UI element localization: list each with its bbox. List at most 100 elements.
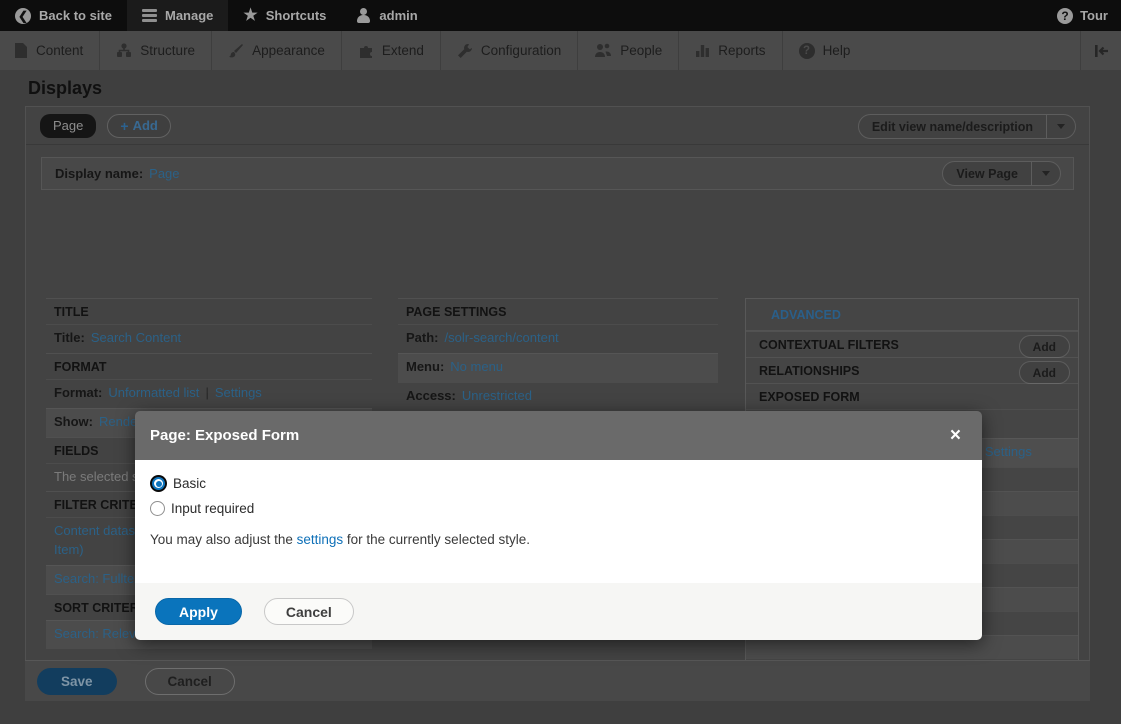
menu-item-label: Extend: [382, 43, 424, 58]
manage-menu-button[interactable]: Manage: [127, 0, 228, 31]
radio-basic[interactable]: [152, 477, 165, 490]
advanced-toggle-row: ADVANCED: [746, 299, 1078, 331]
menu-item-label: Help: [823, 43, 851, 58]
access-label: Access:: [406, 388, 456, 403]
menu-item-reports[interactable]: Reports: [678, 31, 781, 70]
exposed-style-settings-link[interactable]: Settings: [985, 444, 1032, 459]
view-page-dropdown-toggle[interactable]: [1031, 162, 1060, 185]
tab-page[interactable]: Page: [40, 114, 96, 138]
page-settings-heading: PAGE SETTINGS: [398, 298, 718, 324]
bar-chart-icon: [695, 43, 710, 58]
back-arrow-icon: ❮: [15, 8, 31, 24]
page-title: Displays: [28, 78, 102, 99]
admin-user-button[interactable]: admin: [341, 0, 432, 31]
menu-item-label: Reports: [718, 43, 765, 58]
advanced-toggle-link[interactable]: ADVANCED: [771, 308, 841, 322]
edit-view-name-label: Edit view name/description: [859, 115, 1046, 138]
menu-item-people[interactable]: People: [577, 31, 678, 70]
separator: |: [205, 385, 208, 400]
screen: ❮ Back to site Manage ★ Shortcuts admin …: [0, 0, 1121, 724]
people-icon: [594, 43, 612, 58]
path-row: Path:/solr-search/content: [398, 324, 718, 353]
add-display-button[interactable]: + Add: [107, 114, 170, 138]
shortcuts-label: Shortcuts: [266, 8, 327, 23]
dialog-cancel-button[interactable]: Cancel: [264, 598, 354, 625]
menu-item-label: Configuration: [481, 43, 561, 58]
format-link[interactable]: Unformatted list: [108, 385, 199, 400]
access-link[interactable]: Unrestricted: [462, 388, 532, 403]
display-name-link[interactable]: Page: [149, 166, 179, 181]
menu-item-configuration[interactable]: Configuration: [440, 31, 577, 70]
option-input-required-row: Input required: [150, 501, 967, 516]
star-icon: ★: [243, 8, 257, 24]
hamburger-icon: [142, 9, 157, 22]
option-basic-row: Basic: [150, 475, 967, 492]
edit-view-dropdown-toggle[interactable]: [1046, 115, 1075, 138]
sitemap-icon: [116, 43, 132, 58]
back-to-site-button[interactable]: ❮ Back to site: [0, 0, 127, 31]
collapse-left-icon: [1093, 44, 1109, 58]
dialog-footer: Apply Cancel: [135, 583, 982, 640]
menu-item-extend[interactable]: Extend: [341, 31, 440, 70]
relationships-label: RELATIONSHIPS: [759, 364, 859, 378]
menu-item-label: People: [620, 43, 662, 58]
toolbar-orientation-toggle[interactable]: [1080, 31, 1121, 70]
title-link[interactable]: Search Content: [91, 330, 181, 345]
tour-label: Tour: [1080, 8, 1108, 23]
radio-input-required-label: Input required: [171, 501, 254, 516]
menu-item-appearance[interactable]: Appearance: [211, 31, 341, 70]
menu-item-label: Structure: [140, 43, 195, 58]
tour-help-icon: ?: [1057, 8, 1073, 24]
menu-item-content[interactable]: Content: [0, 31, 99, 70]
save-button[interactable]: Save: [37, 668, 117, 695]
edit-view-name-button[interactable]: Edit view name/description: [858, 114, 1076, 139]
dialog-close-button[interactable]: ×: [944, 424, 967, 447]
format-row: Format:Unformatted list|Settings: [46, 379, 372, 408]
tour-button[interactable]: ? Tour: [1044, 0, 1121, 31]
radio-basic-label: Basic: [173, 476, 206, 491]
puzzle-icon: [358, 43, 374, 58]
relationships-heading: RELATIONSHIPS Add: [746, 357, 1078, 383]
note-suffix: for the currently selected style.: [343, 532, 530, 547]
cancel-button[interactable]: Cancel: [145, 668, 235, 695]
dialog-note: You may also adjust the settings for the…: [150, 532, 967, 547]
dialog-title: Page: Exposed Form: [150, 427, 299, 444]
radio-input-required[interactable]: [150, 501, 165, 516]
relationships-add-button[interactable]: Add: [1019, 361, 1070, 384]
admin-toolbar: ❮ Back to site Manage ★ Shortcuts admin …: [0, 0, 1121, 31]
user-icon: [356, 8, 371, 23]
exposed-form-dialog: Page: Exposed Form × Basic Input require…: [135, 411, 982, 640]
shortcuts-button[interactable]: ★ Shortcuts: [228, 0, 341, 31]
menu-link[interactable]: No menu: [450, 359, 503, 374]
admin-menu-bar: Content Structure Appearance Extend Conf…: [0, 31, 1121, 70]
tab-page-label: Page: [53, 118, 83, 133]
form-actions-bar: Save Cancel: [25, 660, 1090, 701]
relationships-add-label: Add: [1020, 362, 1069, 383]
contextual-add-label: Add: [1020, 336, 1069, 357]
display-name-label: Display name:: [55, 166, 143, 181]
manage-label: Manage: [165, 8, 213, 23]
menu-item-structure[interactable]: Structure: [99, 31, 211, 70]
menu-item-label: Appearance: [252, 43, 325, 58]
contextual-filters-heading: CONTEXTUAL FILTERS Add: [746, 331, 1078, 357]
view-page-button[interactable]: View Page: [942, 161, 1061, 186]
add-display-label: Add: [133, 118, 158, 133]
document-icon: [14, 43, 28, 58]
title-section-heading: TITLE: [46, 298, 372, 324]
path-link[interactable]: /solr-search/content: [445, 330, 559, 345]
menu-item-label: Content: [36, 43, 83, 58]
dialog-header: Page: Exposed Form ×: [135, 411, 982, 460]
menu-item-help[interactable]: ? Help: [782, 31, 867, 70]
help-icon: ?: [799, 43, 815, 59]
format-settings-link[interactable]: Settings: [215, 385, 262, 400]
wrench-icon: [457, 43, 473, 58]
view-page-label: View Page: [943, 162, 1031, 185]
title-row: Title:Search Content: [46, 324, 372, 353]
contextual-filters-label: CONTEXTUAL FILTERS: [759, 338, 899, 352]
settings-link[interactable]: settings: [297, 532, 344, 547]
menu-row: Menu: No menu: [398, 353, 718, 382]
exposed-form-heading: EXPOSED FORM: [746, 383, 1078, 409]
menu-label: Menu:: [406, 359, 444, 374]
contextual-filters-add-button[interactable]: Add: [1019, 335, 1070, 358]
apply-button[interactable]: Apply: [155, 598, 242, 625]
